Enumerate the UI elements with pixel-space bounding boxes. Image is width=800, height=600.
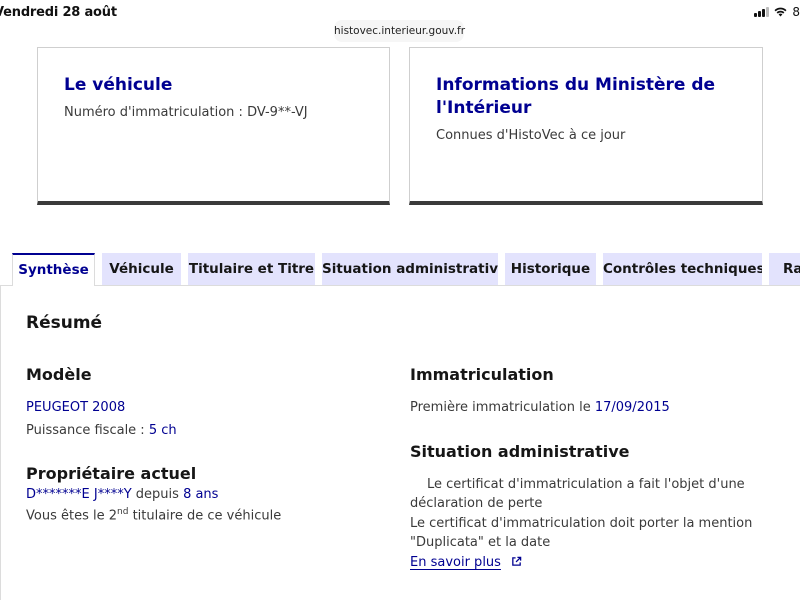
- owner-rank-sup: nd: [117, 507, 129, 517]
- owner-line: D*******E J****Y depuis 8 ans: [26, 487, 218, 502]
- first-registration-date: 17/09/2015: [594, 400, 670, 415]
- wifi-icon: [774, 7, 787, 17]
- admin-line-1: Le certificat d'immatriculation a fait l…: [427, 477, 745, 492]
- tab-rapport[interactable]: Rap: [769, 253, 800, 285]
- admin-line-2: déclaration de perte: [410, 496, 543, 511]
- admin-line-4: "Duplicata" et la date: [410, 535, 551, 550]
- tab-bar: Synthèse Véhicule Titulaire et Titre Sit…: [0, 253, 800, 286]
- registration-heading: Immatriculation: [410, 365, 554, 384]
- owner-rank-prefix: Vous êtes le 2: [26, 508, 117, 524]
- ministry-card-subtitle: Connues d'HistoVec à ce jour: [436, 128, 626, 143]
- owner-name: D*******E J****Y: [26, 487, 132, 502]
- battery-percent: 8: [792, 5, 800, 19]
- external-link-icon[interactable]: [511, 556, 522, 567]
- synthese-panel: Résumé Modèle PEUGEOT 2008 Puissance fis…: [0, 286, 800, 600]
- more-info-link[interactable]: En savoir plus: [410, 555, 501, 570]
- owner-since-value: 8 ans: [183, 487, 219, 502]
- summary-heading: Résumé: [26, 313, 103, 333]
- fiscal-power: Puissance fiscale : 5 ch: [26, 423, 177, 438]
- signal-icon: [754, 7, 770, 17]
- status-time: Vendredi 28 août: [0, 5, 117, 20]
- owner-since-label: depuis: [135, 487, 179, 502]
- admin-line-3: Le certificat d'immatriculation doit por…: [410, 516, 753, 531]
- tab-historique[interactable]: Historique: [505, 253, 596, 285]
- status-bar: Vendredi 28 août 8 histovec.interieur.go…: [0, 0, 800, 42]
- status-indicators: 8: [754, 5, 800, 19]
- fiscal-power-label: Puissance fiscale :: [26, 423, 145, 438]
- owner-rank: Vous êtes le 2nd titulaire de ce véhicul…: [26, 507, 281, 523]
- url-bar[interactable]: histovec.interieur.gouv.fr: [334, 20, 465, 42]
- tab-vehicule[interactable]: Véhicule: [102, 253, 181, 285]
- more-info-link-wrap: En savoir plus: [410, 555, 522, 570]
- model-heading: Modèle: [26, 365, 92, 384]
- ministry-card: Informations du Ministère de l'Intérieur…: [409, 47, 763, 205]
- model-name: PEUGEOT 2008: [26, 400, 126, 415]
- tab-titulaire-titre[interactable]: Titulaire et Titre: [188, 253, 315, 285]
- owner-heading: Propriétaire actuel: [26, 464, 197, 483]
- vehicle-card-title: Le véhicule: [64, 75, 173, 95]
- tab-situation-administrative[interactable]: Situation administrative: [322, 253, 498, 285]
- plate-number: Numéro d'immatriculation : DV-9**-VJ: [64, 105, 308, 120]
- vehicle-card: Le véhicule Numéro d'immatriculation : D…: [37, 47, 390, 205]
- first-registration-label: Première immatriculation le: [410, 400, 591, 415]
- admin-heading: Situation administrative: [410, 442, 630, 461]
- tab-controles-techniques[interactable]: Contrôles techniques: [603, 253, 762, 285]
- fiscal-power-value: 5 ch: [148, 423, 177, 438]
- tab-synthese[interactable]: Synthèse: [12, 253, 95, 286]
- ministry-card-title: Informations du Ministère de l'Intérieur: [436, 75, 716, 118]
- first-registration: Première immatriculation le 17/09/2015: [410, 400, 670, 415]
- owner-rank-suffix: titulaire de ce véhicule: [132, 508, 282, 524]
